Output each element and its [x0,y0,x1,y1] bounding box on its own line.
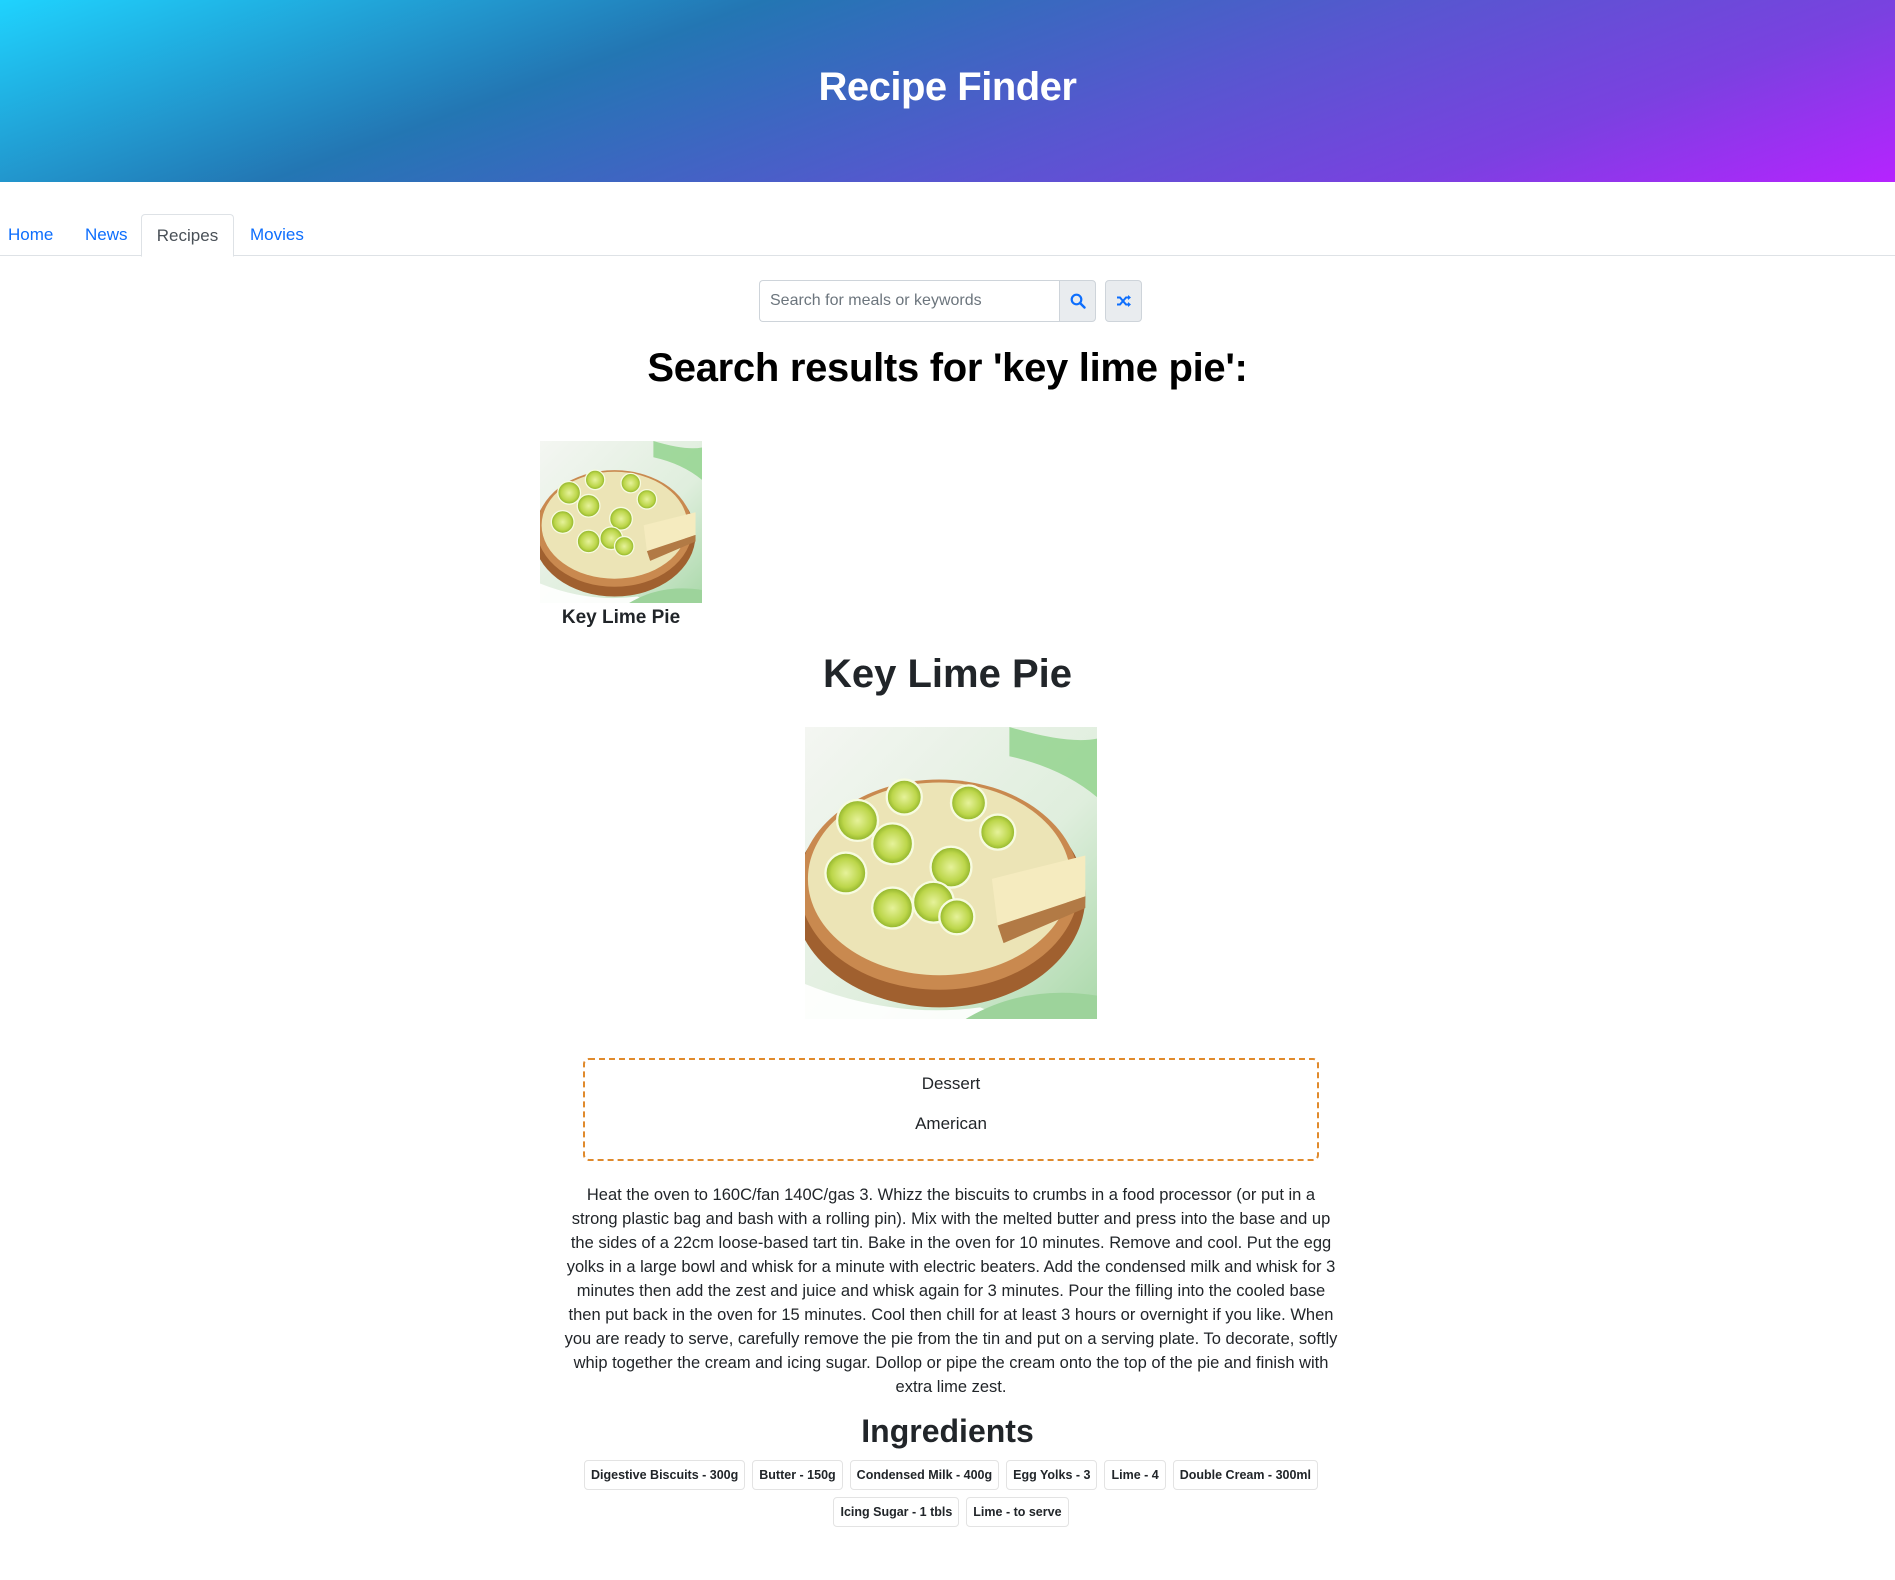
results-heading: Search results for 'key lime pie': [647,346,1248,390]
meal-image [805,727,1097,1019]
search-bar [759,280,1142,322]
ingredient-chip: Butter - 150g [752,1460,843,1490]
ingredient-chip: Egg Yolks - 3 [1006,1460,1098,1490]
ingredients-list: Digestive Biscuits - 300g Butter - 150g … [578,1460,1324,1527]
meal-category: Dessert [921,1074,981,1093]
meal-instructions: Heat the oven to 160C/fan 140C/gas 3. Wh… [564,1186,1338,1396]
ingredient-chip: Lime - 4 [1104,1460,1166,1490]
app-title: Recipe Finder [818,64,1077,109]
meal-title: Key Lime Pie [822,652,1072,696]
tab-recipes[interactable]: Recipes [141,214,234,257]
header-banner: Recipe Finder [0,0,1895,182]
ingredient-chip: Lime - to serve [966,1497,1069,1527]
tab-movies[interactable]: Movies [234,214,320,256]
meal-area: American [915,1114,987,1133]
ingredient-chip: Double Cream - 300ml [1172,1460,1319,1490]
search-icon [1070,293,1086,309]
meal-thumbnail[interactable] [540,441,702,603]
shuffle-icon [1116,295,1131,307]
search-button[interactable] [1059,280,1096,322]
ingredient-chip: Condensed Milk - 400g [849,1460,1000,1490]
nav-tabs: Home News Recipes Movies [0,182,1895,257]
ingredient-chip: Digestive Biscuits - 300g [583,1460,746,1490]
result-card[interactable]: Key Lime Pie [540,441,702,629]
meal-info-box: Dessert American [583,1058,1319,1161]
ingredient-chip: Icing Sugar - 1 tbls [833,1497,960,1527]
tab-news[interactable]: News [69,214,144,256]
tab-home[interactable]: Home [0,214,69,256]
search-input[interactable] [759,280,1059,322]
ingredients-heading: Ingredients [861,1413,1034,1449]
result-caption: Key Lime Pie [561,607,681,628]
random-meal-button[interactable] [1105,280,1142,322]
